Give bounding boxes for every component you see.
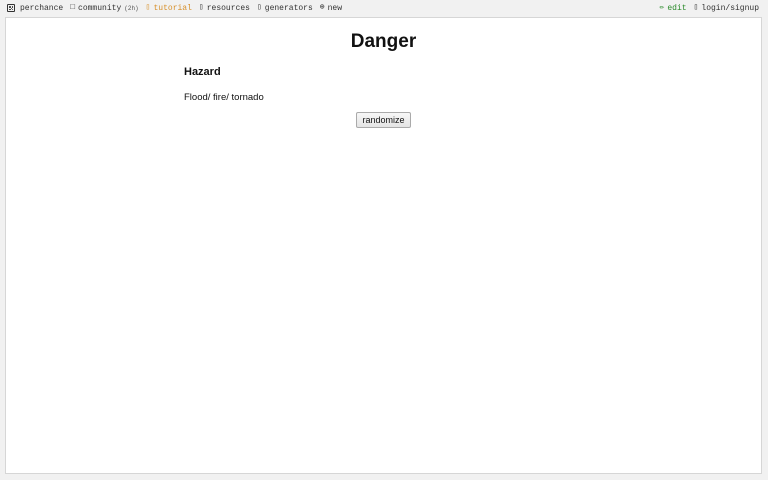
- nav-tutorial[interactable]: ▯ tutorial: [146, 4, 192, 13]
- nav-community[interactable]: □ community (2h): [70, 4, 138, 13]
- output-subtitle: Hazard: [184, 66, 221, 78]
- top-nav-bar: perchance □ community (2h) ▯ tutorial ▯ …: [0, 0, 768, 16]
- randomize-button[interactable]: randomize: [356, 112, 411, 128]
- nav-brand[interactable]: perchance: [7, 4, 63, 13]
- nav-new[interactable]: ⊕ new: [320, 4, 342, 13]
- user-icon: ▯: [693, 3, 699, 12]
- dice-icon: [7, 4, 15, 12]
- nav-resources[interactable]: ▯ resources: [199, 4, 250, 13]
- nav-login-label: login/signup: [701, 3, 759, 13]
- list-icon: ▯: [256, 3, 262, 12]
- nav-edit[interactable]: ✏ edit: [660, 4, 687, 13]
- page-title: Danger: [350, 31, 417, 52]
- nav-edit-label: edit: [667, 3, 687, 13]
- output-result: Flood/ fire/ tornado: [184, 92, 264, 103]
- nav-generators-label: generators: [264, 3, 313, 13]
- nav-new-label: new: [327, 3, 343, 13]
- nav-left: perchance □ community (2h) ▯ tutorial ▯ …: [7, 1, 342, 15]
- nav-login[interactable]: ▯ login/signup: [694, 4, 759, 13]
- generator-output-panel: Danger Hazard Flood/ fire/ tornado rando…: [5, 17, 762, 474]
- plus-circle-icon: ⊕: [319, 3, 325, 12]
- output-content: Hazard Flood/ fire/ tornado: [184, 66, 584, 103]
- chat-icon: □: [70, 3, 76, 12]
- nav-tutorial-label: tutorial: [153, 3, 192, 13]
- nav-community-count: (2h): [124, 4, 139, 12]
- nav-brand-label: perchance: [20, 3, 64, 13]
- button-row: randomize: [6, 110, 761, 128]
- nav-right: ✏ edit ▯ login/signup: [660, 1, 759, 15]
- book-icon: ▯: [145, 3, 151, 12]
- nav-generators[interactable]: ▯ generators: [257, 4, 313, 13]
- nav-resources-label: resources: [206, 3, 250, 13]
- nav-community-label: community: [78, 3, 122, 13]
- folder-icon: ▯: [198, 3, 204, 12]
- pencil-icon: ✏: [659, 3, 665, 12]
